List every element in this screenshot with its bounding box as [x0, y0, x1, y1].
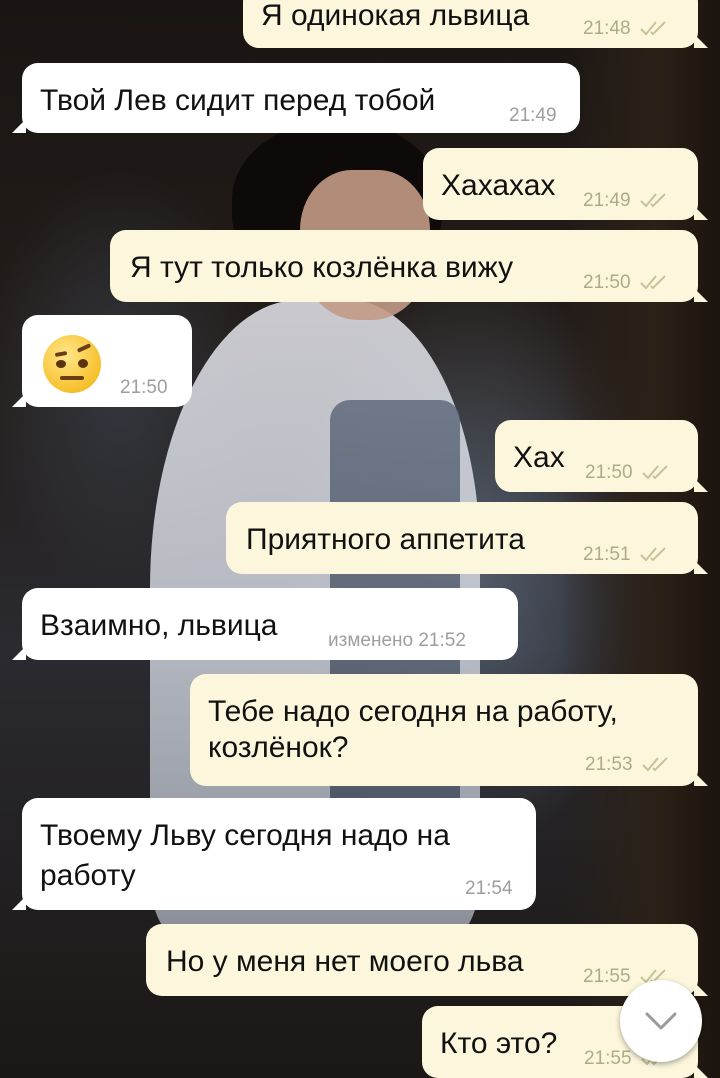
- message-bubble-incoming[interactable]: Взаимно, львица изменено 21:52: [12, 588, 518, 660]
- message-bubble-outgoing[interactable]: Хах 21:50: [495, 420, 708, 492]
- face-with-raised-eyebrow-icon: [43, 335, 101, 393]
- message-bubble-outgoing[interactable]: Приятного аппетита 21:51: [226, 502, 708, 574]
- message-text-line: козлёнок?: [208, 731, 349, 764]
- message-text: Но у меня нет моего льва: [166, 945, 524, 978]
- message-time: изменено 21:52: [328, 630, 466, 652]
- message-text: Хах: [513, 441, 565, 474]
- message-bubble-outgoing[interactable]: Тебе надо сегодня на работу, козлёнок? 2…: [190, 674, 708, 786]
- edited-label: изменено: [328, 630, 414, 651]
- message-time: 21:49: [509, 105, 557, 126]
- message-bubble-outgoing[interactable]: Хахахах 21:49: [423, 148, 708, 220]
- time-label: 21:48: [583, 18, 631, 39]
- message-text-line: Твоему Льву сегодня надо на: [40, 819, 450, 852]
- message-text-line: Тебе надо сегодня на работу,: [208, 695, 618, 728]
- message-time: 21:54: [465, 878, 513, 899]
- message-time: 21:49: [583, 190, 671, 212]
- message-time: 21:48: [583, 18, 671, 40]
- message-time: 21:50: [120, 377, 168, 398]
- message-text: Я одинокая львица: [261, 0, 530, 32]
- message-text: Кто это?: [440, 1027, 558, 1060]
- time-label: 21:50: [583, 272, 631, 293]
- time-label: 21:53: [585, 754, 633, 775]
- message-time: 21:50: [583, 272, 671, 294]
- message-time: 21:51: [583, 544, 671, 566]
- message-bubble-incoming[interactable]: 21:50: [12, 315, 192, 407]
- message-text: Хахахах: [441, 169, 556, 202]
- message-text: Приятного аппетита: [246, 523, 525, 556]
- time-label: 21:50: [585, 462, 633, 483]
- message-text: Твой Лев сидит перед тобой: [40, 84, 436, 117]
- time-label: 21:51: [583, 544, 631, 565]
- read-ticks-icon: [639, 21, 666, 36]
- message-time: 21:53: [585, 754, 673, 776]
- message-text-line: работу: [40, 859, 136, 892]
- message-bubble-incoming[interactable]: Твой Лев сидит перед тобой 21:49: [12, 63, 580, 133]
- scroll-to-bottom-button[interactable]: [620, 980, 702, 1062]
- read-ticks-icon: [639, 193, 666, 208]
- message-bubble-incoming[interactable]: Твоему Льву сегодня надо на работу 21:54: [12, 798, 536, 910]
- time-label: 21:52: [418, 630, 466, 651]
- message-bubble-outgoing[interactable]: Я тут только козлёнка вижу 21:50: [110, 230, 708, 302]
- message-text: Взаимно, львица: [40, 609, 278, 642]
- read-ticks-icon: [639, 275, 666, 290]
- message-time: 21:50: [585, 462, 673, 484]
- read-ticks-icon: [641, 465, 668, 480]
- chevron-down-icon: [645, 1012, 677, 1030]
- message-text: Я тут только козлёнка вижу: [130, 251, 514, 284]
- message-bubble-outgoing[interactable]: Но у меня нет моего льва 21:55: [146, 924, 708, 996]
- read-ticks-icon: [641, 757, 668, 772]
- message-bubble-outgoing[interactable]: Я одинокая львица 21:48: [243, 0, 708, 48]
- message-list[interactable]: Я одинокая львица 21:48 Твой Лев сидит п…: [0, 0, 720, 1078]
- read-ticks-icon: [639, 547, 666, 562]
- time-label: 21:49: [583, 190, 631, 211]
